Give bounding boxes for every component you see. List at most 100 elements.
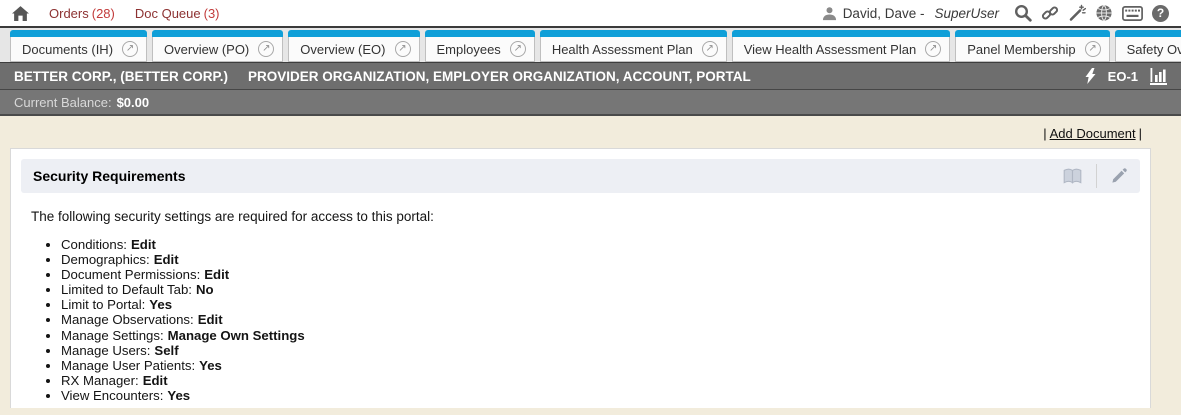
panel-header-actions <box>1058 164 1132 188</box>
book-icon[interactable] <box>1058 168 1087 185</box>
security-setting-item: Conditions:Edit <box>61 237 1140 252</box>
doc-queue-label: Doc Queue <box>135 6 201 21</box>
setting-value: Yes <box>149 297 172 312</box>
setting-label: View Encounters: <box>61 388 163 403</box>
user-role: SuperUser <box>934 6 999 21</box>
doc-queue-count-badge: (3) <box>204 6 220 21</box>
setting-value: Yes <box>167 388 190 403</box>
tab-label: Documents (IH) <box>22 42 113 57</box>
wand-icon[interactable] <box>1068 4 1086 22</box>
tab-popout-icon[interactable]: ↗ <box>122 41 138 57</box>
user-icon <box>822 6 837 21</box>
nav-orders-link[interactable]: Orders(28) <box>49 6 115 21</box>
bar-chart-icon[interactable] <box>1150 68 1167 85</box>
tab-label: Panel Membership <box>967 42 1075 57</box>
portal-tab[interactable]: View Health Assessment Plan ↗ <box>732 30 950 62</box>
help-icon[interactable]: ? <box>1152 5 1169 22</box>
edit-pencil-icon[interactable] <box>1106 167 1132 185</box>
security-requirements-panel: Security Requirements The following secu… <box>10 148 1151 408</box>
setting-label: Manage Settings: <box>61 328 164 343</box>
icon-divider <box>1096 164 1097 188</box>
portal-tab[interactable]: Employees ↗ <box>425 30 535 62</box>
setting-value: Edit <box>204 267 229 282</box>
tab-popout-icon[interactable]: ↗ <box>925 41 941 57</box>
portal-tab[interactable]: Overview (EO) ↗ <box>288 30 419 62</box>
home-button[interactable] <box>12 6 29 21</box>
setting-value: Edit <box>198 312 223 327</box>
setting-label: RX Manager: <box>61 373 139 388</box>
orders-count-badge: (28) <box>92 6 115 21</box>
org-name: BETTER CORP., (BETTER CORP.) <box>14 69 228 84</box>
portal-tab[interactable]: Documents (IH) ↗ <box>10 30 147 62</box>
setting-value: Yes <box>199 358 222 373</box>
setting-label: Limited to Default Tab: <box>61 282 192 297</box>
separator: | <box>1043 126 1046 141</box>
tab-accent-bar <box>540 30 727 37</box>
portal-tab[interactable]: Panel Membership ↗ <box>955 30 1109 62</box>
user-name: David, Dave - <box>843 6 925 21</box>
tab-label: Health Assessment Plan <box>552 42 693 57</box>
portal-tab[interactable]: Safety Overview ↗ <box>1115 30 1181 62</box>
tab-accent-bar <box>955 30 1109 37</box>
setting-label: Manage Observations: <box>61 312 194 327</box>
tab-popout-icon[interactable]: ↗ <box>702 41 718 57</box>
setting-label: Manage User Patients: <box>61 358 195 373</box>
setting-label: Demographics: <box>61 252 150 267</box>
document-actions-row: |Add Document| <box>10 116 1151 148</box>
setting-label: Manage Users: <box>61 343 150 358</box>
tab-accent-bar <box>425 30 535 37</box>
tab-popout-icon[interactable]: ↗ <box>510 41 526 57</box>
globe-icon[interactable] <box>1095 4 1113 22</box>
separator: | <box>1139 126 1142 141</box>
tab-label: Overview (EO) <box>300 42 385 57</box>
search-icon[interactable] <box>1014 4 1032 22</box>
panel-header: Security Requirements <box>21 159 1140 193</box>
security-intro-text: The following security settings are requ… <box>31 209 1140 224</box>
keyboard-icon[interactable] <box>1122 6 1143 21</box>
setting-label: Limit to Portal: <box>61 297 145 312</box>
tab-label: View Health Assessment Plan <box>744 42 916 57</box>
user-menu[interactable]: David, Dave - SuperUser <box>822 6 999 21</box>
tab-accent-bar <box>1115 30 1181 37</box>
context-code: EO-1 <box>1108 69 1138 84</box>
tab-accent-bar <box>10 30 147 37</box>
main-area: |Add Document| Security Requirements The… <box>0 116 1181 413</box>
tab-label: Overview (PO) <box>164 42 249 57</box>
add-document-link[interactable]: Add Document <box>1050 126 1136 141</box>
org-types: PROVIDER ORGANIZATION, EMPLOYER ORGANIZA… <box>248 69 751 84</box>
setting-label: Conditions: <box>61 237 127 252</box>
security-settings-list: Conditions:Edit Demographics:Edit Docume… <box>21 237 1140 403</box>
security-setting-item: Manage User Patients: Yes <box>61 358 1140 373</box>
lightning-icon[interactable] <box>1085 68 1096 84</box>
security-setting-item: Manage Users: Self <box>61 343 1140 358</box>
balance-value: $0.00 <box>117 95 150 110</box>
setting-value: No <box>196 282 214 297</box>
setting-value: Self <box>154 343 178 358</box>
panel-title: Security Requirements <box>33 168 186 184</box>
setting-label: Document Permissions: <box>61 267 200 282</box>
tab-popout-icon[interactable]: ↗ <box>1085 41 1101 57</box>
balance-label: Current Balance: <box>14 95 112 110</box>
setting-value: Edit <box>143 373 168 388</box>
tab-label: Safety Overview <box>1127 42 1181 57</box>
tab-accent-bar <box>732 30 950 37</box>
tab-bar: Documents (IH) ↗ Overview (PO) ↗ Overvie… <box>0 28 1181 62</box>
orders-label: Orders <box>49 6 89 21</box>
org-title-bar: BETTER CORP., (BETTER CORP.) PROVIDER OR… <box>0 62 1181 90</box>
topbar-actions: David, Dave - SuperUser ? <box>822 4 1169 22</box>
nav-doc-queue-link[interactable]: Doc Queue(3) <box>135 6 220 21</box>
balance-bar: Current Balance: $0.00 <box>0 90 1181 116</box>
setting-value: Edit <box>154 252 179 267</box>
tab-label: Employees <box>437 42 501 57</box>
portal-tab[interactable]: Overview (PO) ↗ <box>152 30 283 62</box>
security-setting-item: Manage Observations: Edit <box>61 312 1140 327</box>
setting-value: Manage Own Settings <box>168 328 305 343</box>
security-setting-item: Document Permissions: Edit <box>61 267 1140 282</box>
portal-tab[interactable]: Health Assessment Plan ↗ <box>540 30 727 62</box>
tab-accent-bar <box>152 30 283 37</box>
link-icon[interactable] <box>1041 4 1059 22</box>
tab-popout-icon[interactable]: ↗ <box>395 41 411 57</box>
security-setting-item: Limit to Portal: Yes <box>61 297 1140 312</box>
security-setting-item: Demographics: Edit <box>61 252 1140 267</box>
tab-popout-icon[interactable]: ↗ <box>258 41 274 57</box>
